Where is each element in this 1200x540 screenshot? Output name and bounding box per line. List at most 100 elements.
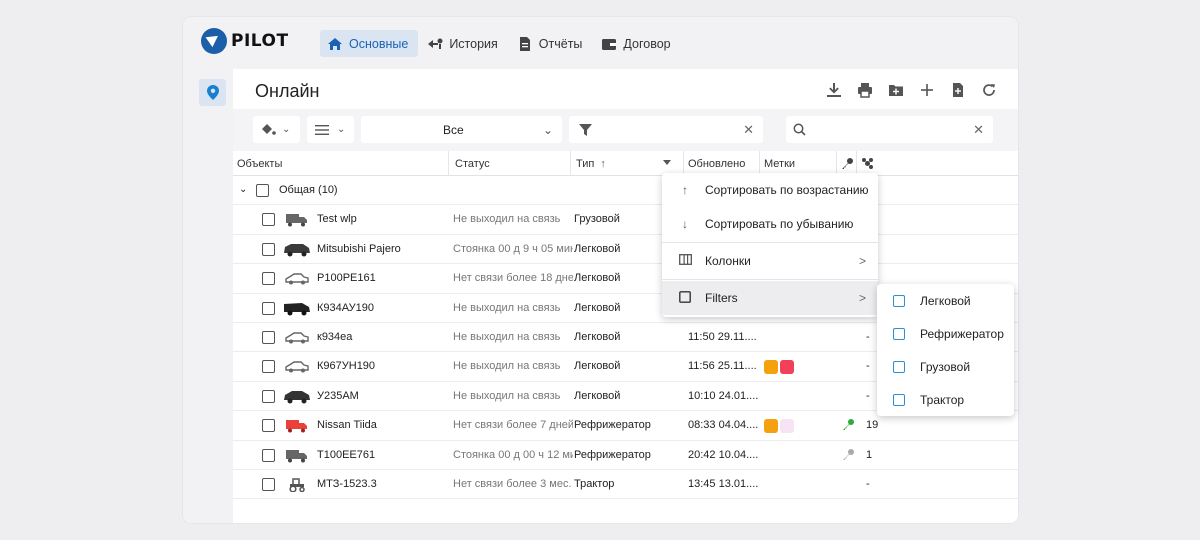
row-checkbox[interactable] [262, 330, 275, 344]
menu-item-columns[interactable]: Колонки > [662, 244, 878, 278]
column-label: Статус [455, 157, 490, 170]
download-icon[interactable] [825, 81, 843, 99]
type-select[interactable]: Все ⌄ [361, 116, 562, 143]
menu-item-filters[interactable]: Filters > [662, 281, 878, 315]
object-sensor-value: - [866, 360, 870, 373]
column-status[interactable]: Статус [449, 151, 571, 176]
nav-item-main[interactable]: Основные [320, 30, 419, 57]
report-icon [519, 36, 530, 51]
object-sensor-value: - [866, 330, 870, 343]
filter-input[interactable]: ✕ [569, 116, 763, 143]
clear-icon[interactable]: ✕ [743, 122, 754, 138]
truck-icon [283, 448, 311, 464]
nav-label: Договор [623, 36, 671, 51]
object-type: Рефрижератор [574, 419, 651, 432]
object-name: К967УН190 [317, 360, 376, 373]
filter-checkbox[interactable] [893, 327, 905, 340]
table-row[interactable]: Т100ЕЕ761 Стоянка 00 д 00 ч 12 мин Рефри… [233, 441, 1018, 470]
clear-icon[interactable]: ✕ [973, 122, 984, 138]
object-type: Легковой [574, 272, 621, 285]
nav-item-history[interactable]: История [420, 30, 507, 57]
chevron-down-icon[interactable]: ⌄ [239, 184, 247, 195]
chevron-down-icon: ⌄ [337, 124, 346, 135]
tag-pink[interactable] [780, 419, 794, 434]
van-icon [283, 301, 311, 317]
table-row[interactable]: Test wlp Не выходил на связь Грузовой [233, 205, 1018, 235]
fill-color-dropdown[interactable]: ⌄ [253, 116, 300, 143]
tractor-icon [283, 477, 311, 493]
tag-list [764, 360, 794, 375]
object-name: Nissan Tiida [317, 419, 377, 432]
table-row[interactable]: МТЗ-1523.3 Нет связи более 3 мес. Тракто… [233, 470, 1018, 500]
funnel-icon [579, 123, 592, 136]
menu-item-sort-asc[interactable]: ↑ Сортировать по возрастанию [662, 173, 878, 207]
row-checkbox[interactable] [262, 213, 275, 227]
nav-label: История [449, 36, 498, 51]
nav-item-contract[interactable]: Договор [594, 30, 680, 57]
arrow-up-icon: ↑ [682, 183, 688, 197]
print-icon[interactable] [856, 81, 874, 99]
object-sensor-value: 19 [866, 419, 879, 432]
suv-icon [283, 242, 311, 258]
logo[interactable]: PILOT [201, 28, 289, 54]
column-context-menu: ↑ Сортировать по возрастанию ↓ Сортирова… [662, 173, 878, 317]
object-status: Не выходил на связь [453, 301, 561, 314]
row-checkbox[interactable] [262, 272, 275, 286]
sedan-icon [283, 330, 311, 346]
object-status: Стоянка 00 д 9 ч 05 мин [453, 242, 573, 255]
row-checkbox[interactable] [262, 360, 275, 374]
row-checkbox[interactable] [262, 301, 275, 315]
wallet-icon [602, 38, 617, 50]
row-checkbox[interactable] [262, 477, 275, 491]
row-checkbox[interactable] [262, 448, 275, 462]
refresh-icon[interactable] [980, 81, 998, 99]
home-icon [328, 37, 342, 50]
filter-checkbox[interactable] [893, 294, 905, 307]
tag-list [764, 419, 794, 434]
logo-text: PILOT [231, 31, 289, 51]
map-pin-button[interactable] [199, 79, 226, 106]
folder-add-icon[interactable] [887, 81, 905, 99]
menu-item-label: Сортировать по возрастанию [705, 183, 869, 197]
history-icon [428, 38, 443, 49]
filter-checkbox[interactable] [893, 360, 905, 373]
filter-option[interactable]: Грузовой [877, 350, 1014, 383]
object-status: Не выходил на связь [453, 360, 561, 373]
menu-item-label: Сортировать по убыванию [705, 217, 854, 231]
table-row[interactable]: Mitsubishi Pajero Стоянка 00 д 9 ч 05 ми… [233, 235, 1018, 265]
object-name: к934еа [317, 330, 353, 343]
row-checkbox[interactable] [262, 389, 275, 403]
nav-label: Отчёты [538, 36, 583, 51]
nav-item-reports[interactable]: Отчёты [510, 30, 593, 57]
row-checkbox[interactable] [262, 419, 275, 433]
add-icon[interactable] [918, 81, 936, 99]
key-icon [842, 158, 853, 169]
object-type: Легковой [574, 360, 621, 373]
column-objects[interactable]: Объекты [233, 151, 449, 176]
column-menu-icon[interactable] [663, 160, 671, 165]
filter-checkbox[interactable] [893, 393, 905, 406]
filter-option[interactable]: Трактор [877, 383, 1014, 416]
menu-item-sort-desc[interactable]: ↓ Сортировать по убыванию [662, 207, 878, 241]
object-sensor-value: 1 [866, 448, 873, 461]
object-updated: 11:56 25.11.... [688, 360, 757, 373]
group-row[interactable]: ⌄ Общая (10) [233, 176, 1018, 206]
refrigerator-truck-icon [283, 418, 311, 434]
paint-bucket-icon [262, 123, 276, 135]
suv-icon [283, 389, 311, 405]
file-add-icon[interactable] [949, 81, 967, 99]
filter-option[interactable]: Рефрижератор [877, 317, 1014, 350]
row-checkbox[interactable] [262, 242, 275, 256]
filter-option[interactable]: Легковой [877, 284, 1014, 317]
main-nav: Основные История Отчёты Договор [320, 30, 683, 57]
tag-red[interactable] [780, 360, 794, 375]
object-status: Стоянка 00 д 00 ч 12 мин [453, 448, 573, 461]
search-input[interactable]: ✕ [786, 116, 993, 143]
tag-orange[interactable] [764, 360, 778, 375]
column-label: Объекты [237, 157, 283, 170]
group-checkbox[interactable] [256, 184, 269, 197]
group-by-dropdown[interactable]: ⌄ [307, 116, 354, 143]
tag-orange[interactable] [764, 419, 778, 434]
sedan-icon [283, 359, 311, 375]
sensor-icon [862, 158, 873, 169]
